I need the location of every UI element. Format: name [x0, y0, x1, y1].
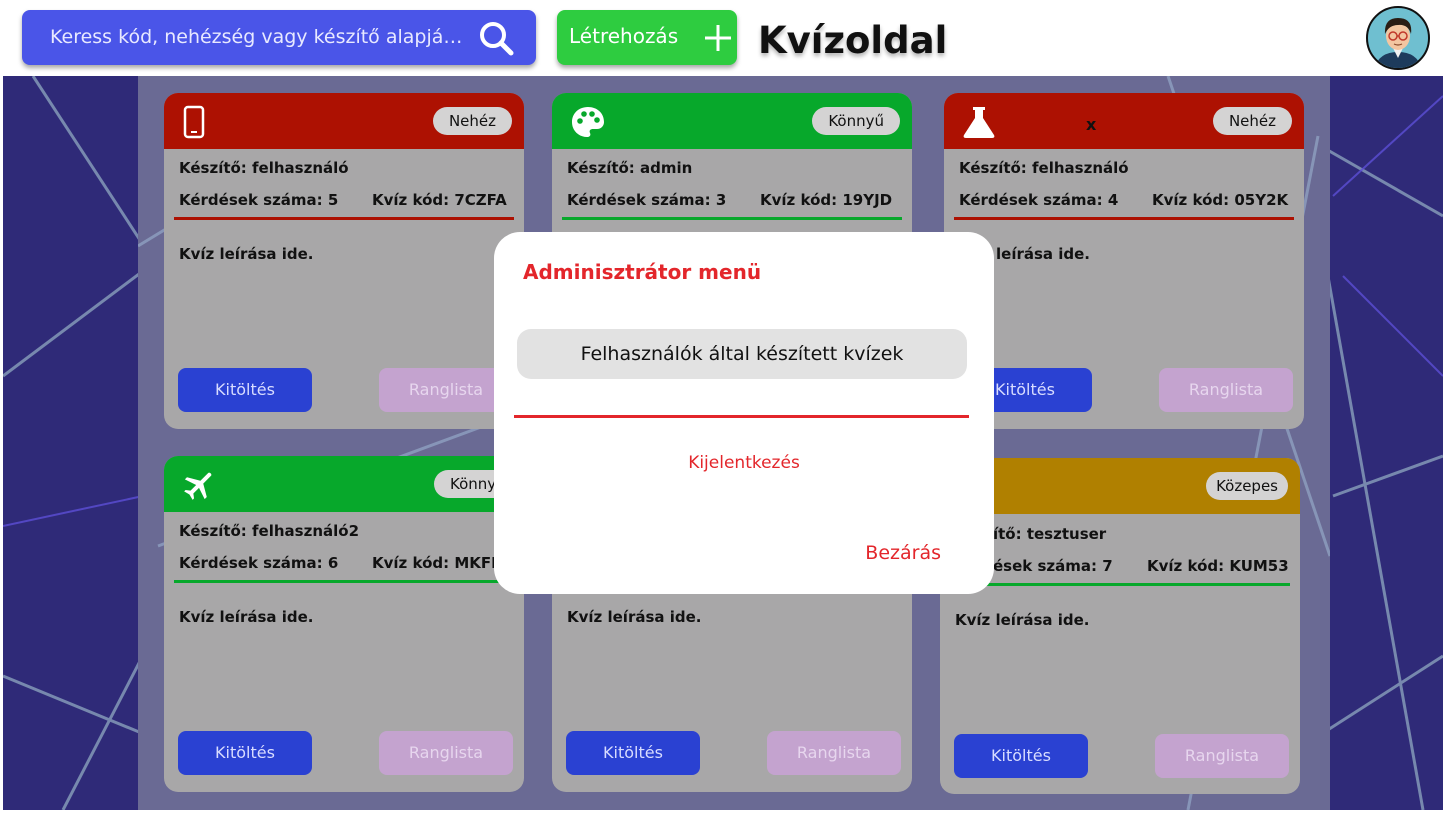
- quiz-question-count: Kérdések száma: 3: [567, 191, 727, 209]
- search-input[interactable]: Keress kód, nehézség vagy készítő alapjá…: [22, 10, 536, 65]
- quiz-card: Közepes ítő: tesztuser ések száma: 7 Kví…: [940, 458, 1300, 794]
- leaderboard-button[interactable]: Ranglista: [1159, 368, 1293, 412]
- quiz-creator: ítő: tesztuser: [993, 525, 1107, 543]
- leaderboard-button[interactable]: Ranglista: [379, 731, 513, 775]
- fill-quiz-button[interactable]: Kitöltés: [954, 734, 1088, 778]
- card-header: x Nehéz: [944, 93, 1304, 149]
- difficulty-badge: Nehéz: [432, 107, 512, 135]
- fill-quiz-button[interactable]: Kitöltés: [178, 368, 312, 412]
- quiz-description: Kvíz leírása ide.: [179, 245, 314, 263]
- quiz-creator: Készítő: felhasználó: [179, 159, 349, 177]
- logout-link[interactable]: Kijelentkezés: [494, 453, 994, 473]
- quiz-description: Kvíz leírása ide.: [179, 608, 314, 626]
- search-icon[interactable]: [478, 20, 514, 56]
- quiz-code: Kvíz kód: KUM53: [1147, 557, 1289, 575]
- quiz-question-count: Kérdések száma: 4: [959, 191, 1119, 209]
- top-bar: Keress kód, nehézség vagy készítő alapjá…: [0, 0, 1446, 76]
- quiz-card: Könny Készítő: felhasználó2 Kérdések szá…: [164, 456, 524, 792]
- leaderboard-button[interactable]: Ranglista: [379, 368, 513, 412]
- palette-icon: [572, 107, 604, 137]
- quiz-creator: Készítő: admin: [567, 159, 693, 177]
- quiz-question-count: ések száma: 7: [993, 557, 1113, 575]
- quiz-question-count: Kérdések száma: 5: [179, 191, 339, 209]
- quiz-title: x: [1086, 115, 1097, 134]
- leaderboard-button[interactable]: Ranglista: [1155, 734, 1289, 778]
- card-divider: [174, 217, 514, 220]
- close-button[interactable]: Bezárás: [865, 542, 941, 564]
- quiz-description: Kvíz leírása ide.: [955, 611, 1090, 629]
- modal-title: Adminisztrátor menü: [523, 260, 762, 284]
- avatar-illustration: [1374, 18, 1422, 68]
- quiz-code: Kvíz kód: 7CZFA: [372, 191, 507, 209]
- modal-divider: [514, 415, 969, 418]
- difficulty-badge: Nehéz: [1212, 107, 1292, 135]
- user-quizzes-button[interactable]: Felhasználók által készített kvízek: [517, 329, 967, 379]
- quiz-question-count: Kérdések száma: 6: [179, 554, 339, 572]
- create-button[interactable]: Létrehozás: [557, 10, 737, 65]
- fill-quiz-button[interactable]: Kitöltés: [178, 731, 312, 775]
- quiz-description: leírása ide.: [996, 245, 1090, 263]
- card-header: Könny: [164, 456, 524, 512]
- quiz-card: x Nehéz Készítő: felhasználó Kérdések sz…: [944, 93, 1304, 429]
- leaderboard-button[interactable]: Ranglista: [767, 731, 901, 775]
- search-placeholder: Keress kód, nehézség vagy készítő alapjá…: [50, 26, 470, 48]
- card-header: Könnyű: [552, 93, 912, 149]
- phone-icon: [183, 105, 205, 139]
- card-divider: [174, 580, 514, 583]
- quiz-creator: Készítő: felhasználó: [959, 159, 1129, 177]
- quiz-code: Kvíz kód: 05Y2K: [1152, 191, 1289, 209]
- card-header: Nehéz: [164, 93, 524, 149]
- quiz-code: Kvíz kód: MKFK: [372, 554, 503, 572]
- quiz-creator: Készítő: felhasználó2: [179, 522, 360, 540]
- quiz-card: Nehéz Készítő: felhasználó Kérdések szám…: [164, 93, 524, 429]
- card-header: Közepes: [940, 458, 1300, 514]
- create-button-label: Létrehozás: [569, 24, 679, 48]
- site-title: Kvízoldal: [758, 19, 948, 62]
- admin-menu-modal: Adminisztrátor menü Felhasználók által k…: [494, 232, 994, 594]
- flask-icon: [963, 107, 995, 138]
- card-divider: [562, 217, 902, 220]
- card-divider: [954, 217, 1294, 220]
- plus-icon: [705, 25, 731, 51]
- card-divider: [950, 583, 1290, 586]
- difficulty-badge: Könnyű: [812, 107, 900, 135]
- user-avatar[interactable]: [1366, 6, 1430, 70]
- quiz-code: Kvíz kód: 19YJD: [760, 191, 893, 209]
- airplane-icon: [184, 472, 212, 500]
- difficulty-badge: Közepes: [1206, 472, 1288, 500]
- quiz-description: Kvíz leírása ide.: [567, 608, 702, 626]
- fill-quiz-button[interactable]: Kitöltés: [566, 731, 700, 775]
